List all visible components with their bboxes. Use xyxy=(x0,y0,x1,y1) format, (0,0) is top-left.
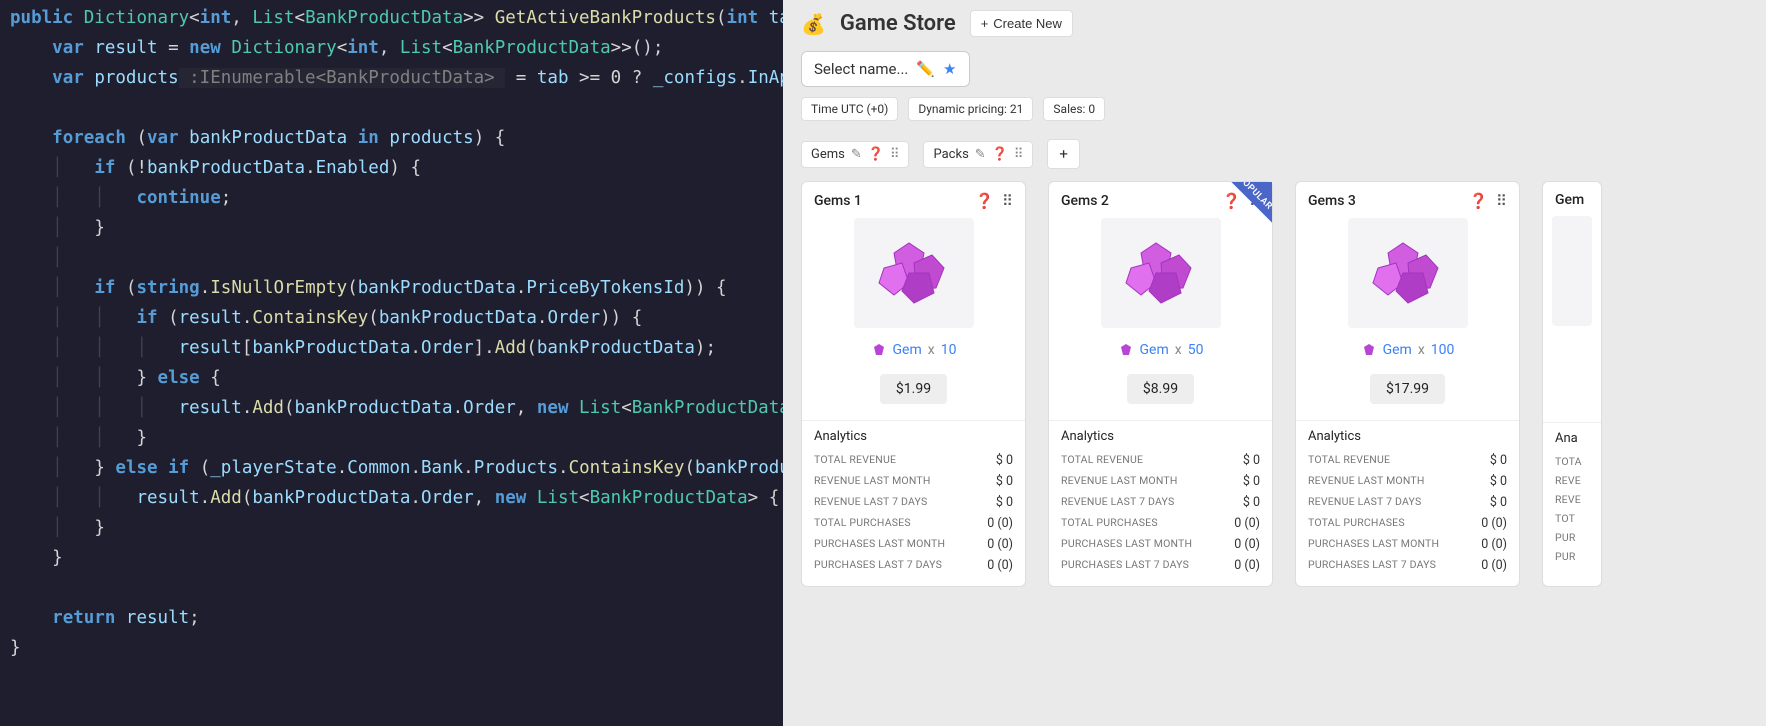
help-icon[interactable]: ❓ xyxy=(975,192,994,210)
pill-time-utc[interactable]: Time UTC (+0) xyxy=(801,97,898,121)
product-title: Gems 2 xyxy=(1061,193,1109,209)
plus-icon: + xyxy=(981,16,989,31)
analytics-heading: Analytics xyxy=(814,429,1013,444)
game-store-panel: 💰 Game Store + Create New Select name...… xyxy=(783,0,1766,726)
drag-handle-icon[interactable]: ⠿ xyxy=(1496,192,1507,210)
select-name-input[interactable]: Select name... ✏️ ★ xyxy=(801,51,970,87)
product-currency-line: Gem x 50 xyxy=(1118,342,1204,358)
product-card-gems-2[interactable]: POPULAR Gems 2 ❓ ⠿ Gem x 50 $8 xyxy=(1048,181,1273,587)
help-icon[interactable]: ❓ xyxy=(992,147,1008,162)
gem-icon xyxy=(1118,343,1134,357)
help-icon[interactable]: ❓ xyxy=(1222,192,1241,210)
create-new-label: Create New xyxy=(993,16,1062,31)
tab-packs-label: Packs xyxy=(933,147,968,162)
product-card-gems-1[interactable]: Gems 1 ❓ ⠿ Gem x 10 $1.99 A xyxy=(801,181,1026,587)
product-currency-line: Gem x 10 xyxy=(871,342,957,358)
drag-handle-icon[interactable]: ⠿ xyxy=(1002,192,1013,210)
money-bag-icon: 💰 xyxy=(801,12,826,36)
tab-packs[interactable]: Packs ✎ ❓ ⠿ xyxy=(923,141,1033,168)
gem-icon xyxy=(871,343,887,357)
pencil-icon[interactable]: ✎ xyxy=(975,147,986,162)
product-image xyxy=(854,218,974,328)
product-card-gems-3[interactable]: Gems 3 ❓ ⠿ Gem x 100 $17.99 xyxy=(1295,181,1520,587)
analytics-heading: Analytics xyxy=(1061,429,1260,444)
type-dictionary: Dictionary xyxy=(84,8,189,28)
select-name-placeholder: Select name... xyxy=(814,60,908,78)
inlay-hint: :IEnumerable<BankProductData> xyxy=(179,68,506,88)
product-price: $8.99 xyxy=(1127,374,1194,404)
product-analytics: Analytics TOTAL REVENUE$ 0 REVENUE LAST … xyxy=(802,420,1025,586)
product-analytics: Analytics TOTAL REVENUE$ 0 REVENUE LAST … xyxy=(1296,420,1519,586)
product-card-gems-4-partial[interactable]: Gem . Ana TOTA REVE REVE TOT PUR PUR xyxy=(1542,181,1602,587)
analytics-heading: Ana xyxy=(1555,431,1589,446)
drag-handle-icon[interactable]: ⠿ xyxy=(1014,147,1024,162)
product-analytics: Analytics TOTAL REVENUE$ 0 REVENUE LAST … xyxy=(1049,420,1272,586)
pill-sales[interactable]: Sales: 0 xyxy=(1043,97,1105,121)
analytics-heading: Analytics xyxy=(1308,429,1507,444)
store-title: Game Store xyxy=(840,11,956,36)
pill-dynamic-pricing[interactable]: Dynamic pricing: 21 xyxy=(908,97,1033,121)
help-icon[interactable]: ❓ xyxy=(868,147,884,162)
product-title: Gems 1 xyxy=(814,193,862,209)
add-tab-button[interactable]: + xyxy=(1047,139,1080,169)
keyword-public: public xyxy=(10,8,73,28)
product-image xyxy=(1552,216,1592,326)
product-cards-row: Gems 1 ❓ ⠿ Gem x 10 $1.99 A xyxy=(783,181,1766,605)
tab-gems[interactable]: Gems ✎ ❓ ⠿ xyxy=(801,141,909,168)
gem-icon xyxy=(1361,343,1377,357)
product-title: Gems 3 xyxy=(1308,193,1356,209)
product-analytics: Ana TOTA REVE REVE TOT PUR PUR xyxy=(1543,422,1601,576)
pencil-icon[interactable]: ✎ xyxy=(851,147,862,162)
product-image xyxy=(1101,218,1221,328)
pencil-icon[interactable]: ✏️ xyxy=(916,60,935,78)
product-price: $17.99 xyxy=(1370,374,1445,404)
product-currency-line: Gem x 100 xyxy=(1361,342,1455,358)
create-new-button[interactable]: + Create New xyxy=(970,10,1073,37)
product-price: $1.99 xyxy=(880,374,947,404)
help-icon[interactable]: ❓ xyxy=(1469,192,1488,210)
tab-gems-label: Gems xyxy=(811,147,845,162)
drag-handle-icon[interactable]: ⠿ xyxy=(890,147,900,162)
method-name: GetActiveBankProducts xyxy=(495,8,716,28)
product-image xyxy=(1348,218,1468,328)
code-editor[interactable]: public Dictionary<int, List<BankProductD… xyxy=(0,0,783,726)
star-icon[interactable]: ★ xyxy=(943,60,956,78)
product-title: Gem xyxy=(1555,192,1584,208)
